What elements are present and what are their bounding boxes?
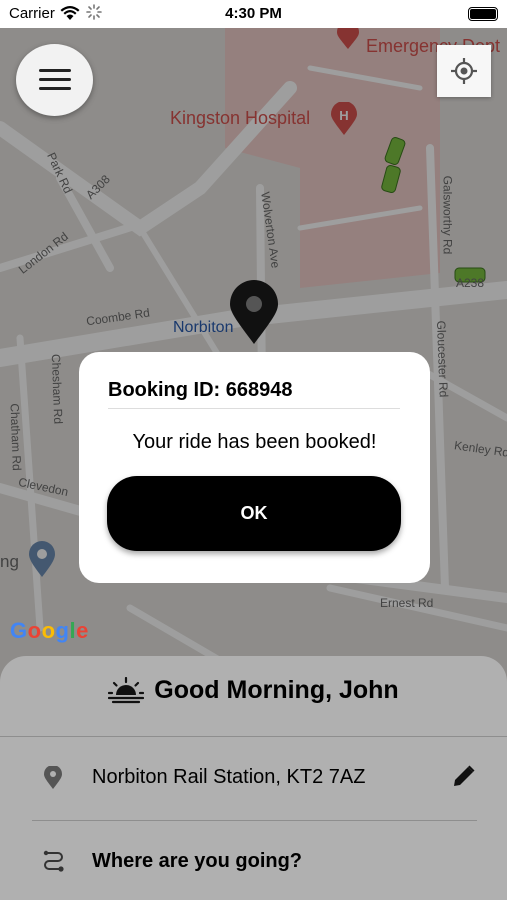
route-icon (43, 850, 65, 879)
greeting: Good Morning, John (0, 676, 507, 705)
location-marker-icon (43, 765, 63, 795)
sunrise-icon (108, 676, 145, 703)
status-time: 4:30 PM (225, 5, 282, 22)
battery-icon (468, 7, 498, 21)
ok-button[interactable]: OK (107, 476, 401, 551)
booking-panel: Good Morning, John Norbiton Rail Station… (0, 656, 507, 900)
my-location-button[interactable] (437, 45, 491, 97)
panel-divider (0, 736, 507, 737)
google-logo: Google (10, 618, 89, 643)
status-bar: Carrier 4:30 PM (0, 0, 507, 28)
hamburger-icon (38, 69, 71, 90)
booking-confirmation-dialog: Booking ID: 668948 Your ride has been bo… (79, 352, 430, 583)
pickup-row[interactable]: Norbiton Rail Station, KT2 7AZ (0, 750, 507, 806)
panel-divider-short (32, 820, 477, 821)
destination-row[interactable]: Where are you going? (0, 834, 507, 890)
greeting-text: Good Morning, John (154, 676, 399, 704)
crosshair-icon (451, 58, 477, 84)
destination-input[interactable]: Where are you going? (92, 850, 302, 873)
booking-message: Your ride has been booked! (132, 431, 377, 453)
location-pin-icon (228, 280, 280, 351)
booking-id-title: Booking ID: 668948 (108, 379, 293, 401)
edit-pencil-icon[interactable] (452, 764, 476, 793)
menu-button[interactable] (16, 44, 93, 116)
pickup-address: Norbiton Rail Station, KT2 7AZ (92, 766, 366, 788)
dialog-divider (108, 408, 400, 409)
